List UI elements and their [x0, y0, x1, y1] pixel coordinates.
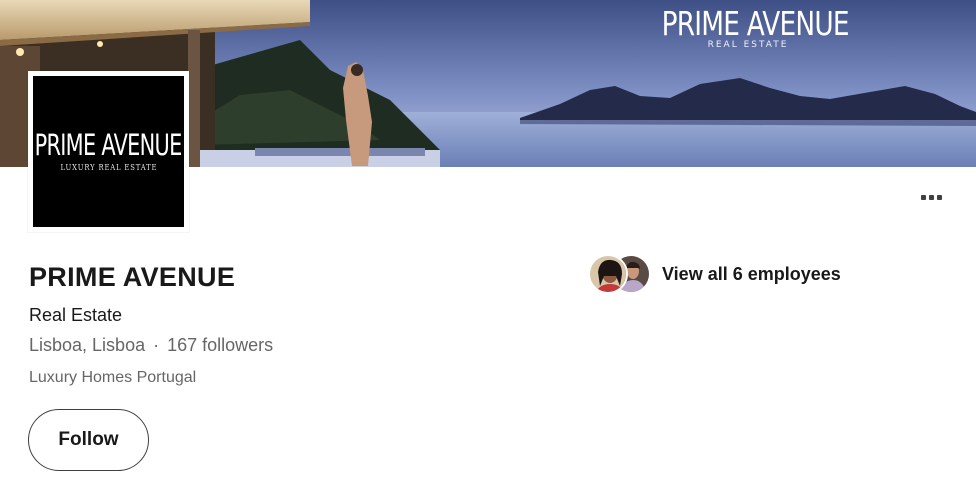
ellipsis-icon	[928, 194, 934, 200]
company-industry: Real Estate	[29, 305, 123, 325]
company-logo-image: PRIME AVENUE LUXURY REAL ESTATE	[33, 76, 184, 227]
followers-count[interactable]: 167 followers	[167, 335, 273, 355]
cover-brand-subtitle: REAL ESTATE	[707, 40, 789, 50]
company-tagline: Luxury Homes Portugal	[29, 369, 197, 386]
company-meta: Lisboa, Lisboa · 167 followers	[29, 335, 273, 356]
cover-brand-logo: PRIME AVENUE REAL ESTATE	[640, 4, 856, 50]
logo-subtitle: LUXURY REAL ESTATE	[60, 163, 157, 172]
company-logo[interactable]: PRIME AVENUE LUXURY REAL ESTATE	[28, 71, 189, 232]
ellipsis-icon	[936, 194, 942, 200]
company-profile-card: PRIME AVENUE REAL ESTATE PRIME AVENUE LU…	[0, 0, 976, 498]
avatar	[588, 254, 628, 294]
company-name: PRIME AVENUE	[29, 262, 236, 292]
follow-button[interactable]: Follow	[28, 409, 149, 471]
view-employees-label: View all 6 employees	[662, 263, 841, 284]
more-options-button[interactable]	[908, 182, 954, 212]
company-location: Lisboa, Lisboa	[29, 335, 146, 355]
ellipsis-icon	[920, 194, 926, 200]
employee-avatars	[588, 254, 652, 294]
cover-brand-title: PRIME AVENUE	[661, 4, 850, 43]
meta-separator: ·	[153, 335, 160, 355]
logo-title: PRIME AVENUE	[35, 128, 183, 162]
view-employees-link[interactable]: View all 6 employees	[588, 254, 841, 294]
